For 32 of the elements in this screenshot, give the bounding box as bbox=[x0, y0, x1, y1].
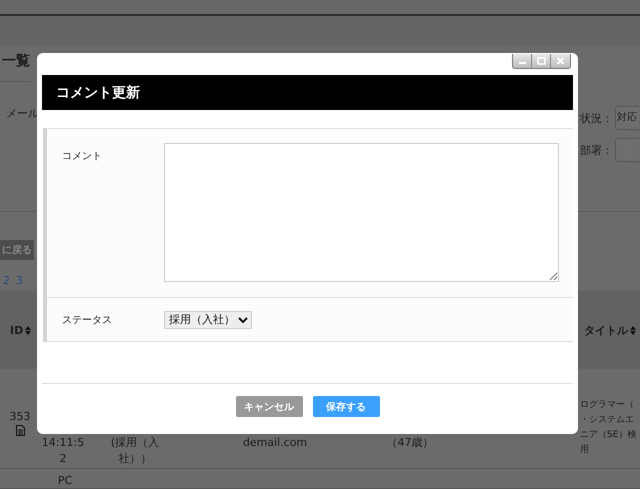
table-cell-text: ログラマー（ bbox=[580, 399, 634, 412]
table-cell-text: demail.com bbox=[242, 435, 308, 451]
cancel-button[interactable]: キャンセル bbox=[236, 396, 302, 417]
filter-label: 部署： bbox=[580, 142, 613, 158]
filter-field[interactable]: 対応 bbox=[615, 106, 639, 130]
field-label: ステータス bbox=[61, 314, 113, 326]
table-cell-text: （47歳） bbox=[386, 435, 434, 451]
table-cell-text: ニア（SE）検 bbox=[580, 428, 636, 442]
table-cell-text: ・システムエ bbox=[580, 414, 634, 427]
filter-field[interactable] bbox=[615, 138, 639, 162]
page-title: 一覧 bbox=[0, 46, 30, 82]
table-cell-text: 用 bbox=[580, 444, 589, 457]
table-cell: 353 bbox=[10, 409, 30, 425]
sort-icon[interactable] bbox=[25, 326, 32, 334]
page-link[interactable]: 3 bbox=[16, 274, 23, 287]
table-cell-text: PC bbox=[56, 473, 74, 489]
save-button[interactable]: 保存する bbox=[312, 396, 380, 417]
column-header[interactable]: タイトル bbox=[584, 322, 628, 338]
page-link[interactable]: 2 bbox=[3, 274, 10, 287]
sort-icon[interactable] bbox=[630, 326, 636, 334]
comment-field[interactable] bbox=[164, 143, 559, 282]
maximize-icon bbox=[536, 56, 546, 66]
table-cell-text: (採用（入社）） bbox=[110, 435, 160, 467]
dialog-title: コメント更新 bbox=[42, 75, 573, 110]
filter-label: 状況： bbox=[580, 110, 613, 126]
back-button[interactable]: に戻る bbox=[0, 240, 34, 260]
close-icon bbox=[555, 56, 566, 66]
document-icon[interactable] bbox=[16, 425, 24, 436]
column-header[interactable]: ID bbox=[10, 324, 24, 336]
status-select[interactable]: 採用（入社） bbox=[164, 310, 252, 328]
field-label: コメント bbox=[61, 150, 103, 163]
table-cell-text: 14:11:52 bbox=[40, 435, 86, 467]
